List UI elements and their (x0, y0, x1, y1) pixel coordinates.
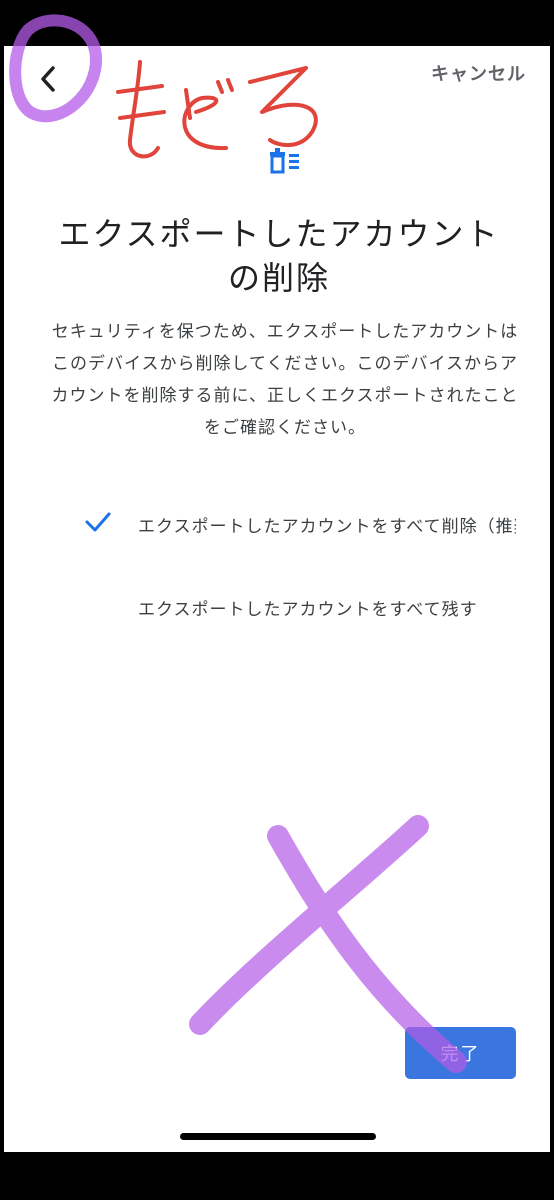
cancel-button[interactable]: キャンセル (431, 60, 526, 86)
chevron-left-icon (41, 66, 55, 92)
app-screen: キャンセル エクスポートしたアカウント の削除 セキュリティを保つため、エクスポ… (4, 46, 550, 1152)
check-icon (84, 510, 112, 534)
back-button[interactable] (26, 54, 74, 102)
title-line-1: エクスポートしたアカウント (58, 215, 500, 253)
option-delete-all[interactable]: エクスポートしたアカウントをすべて削除（推奨） (138, 512, 516, 537)
title-line-2: の削除 (227, 259, 330, 297)
home-indicator (180, 1133, 376, 1140)
trash-list-icon (266, 144, 310, 180)
option-keep-all[interactable]: エクスポートしたアカウントをすべて残す (138, 595, 516, 620)
description-text: セキュリティを保つため、エクスポートしたアカウントはこのデバイスから削除してくだ… (51, 322, 519, 438)
done-button[interactable]: 完了 (405, 1027, 516, 1079)
page-title: エクスポートしたアカウント の削除 (44, 212, 514, 300)
